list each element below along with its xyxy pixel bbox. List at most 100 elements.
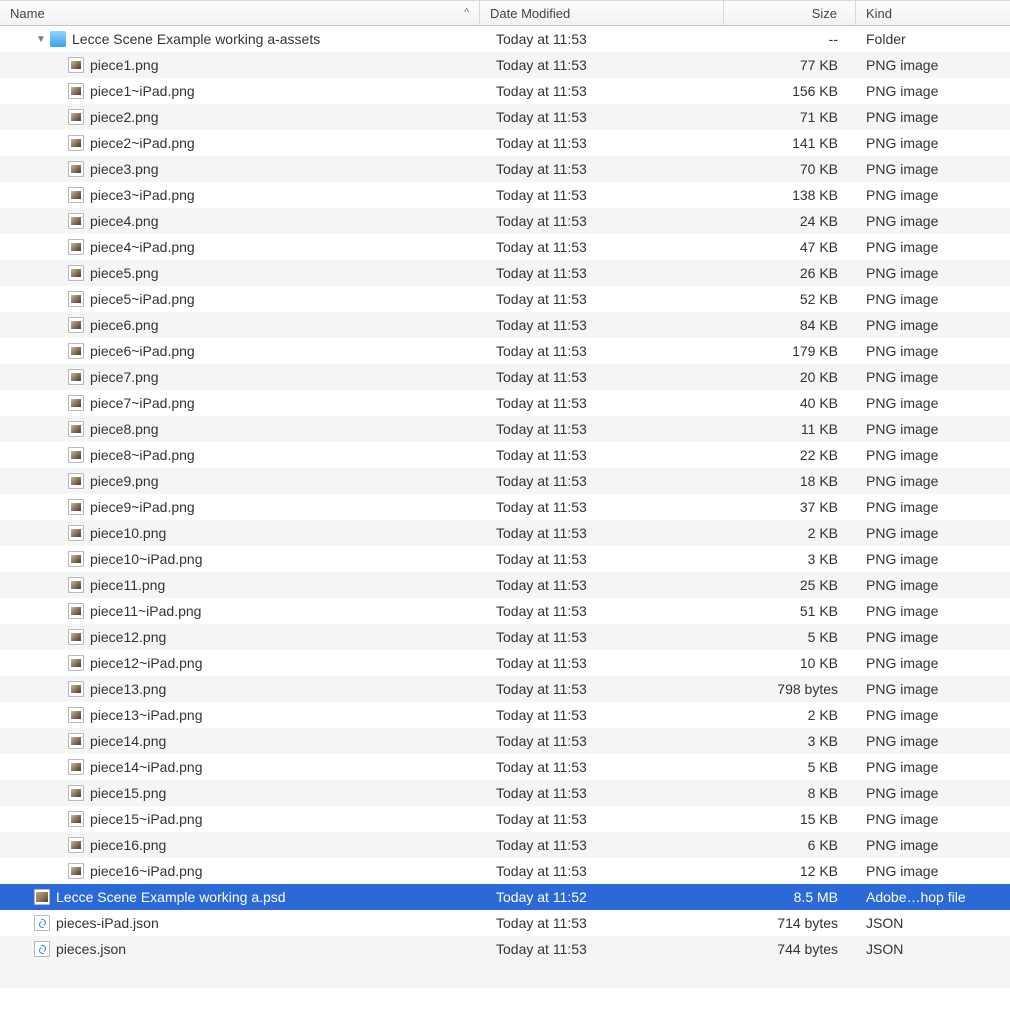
cell-name[interactable]: piece2.png xyxy=(0,109,480,125)
table-row[interactable]: piece5~iPad.pngToday at 11:5352 KBPNG im… xyxy=(0,286,1010,312)
cell-name[interactable]: piece8.png xyxy=(0,421,480,437)
table-row[interactable]: piece11.pngToday at 11:5325 KBPNG image xyxy=(0,572,1010,598)
table-row[interactable]: piece1~iPad.pngToday at 11:53156 KBPNG i… xyxy=(0,78,1010,104)
table-row[interactable]: Lecce Scene Example working a.psdToday a… xyxy=(0,884,1010,910)
cell-name[interactable]: piece1~iPad.png xyxy=(0,83,480,99)
table-row[interactable]: ▼Lecce Scene Example working a-assetsTod… xyxy=(0,26,1010,52)
column-header-name[interactable]: Name ^ xyxy=(0,1,480,25)
cell-name[interactable]: piece5.png xyxy=(0,265,480,281)
cell-name[interactable]: pieces-iPad.json xyxy=(0,915,480,931)
cell-name[interactable]: piece9~iPad.png xyxy=(0,499,480,515)
cell-name[interactable]: piece14.png xyxy=(0,733,480,749)
table-row[interactable]: piece16~iPad.pngToday at 11:5312 KBPNG i… xyxy=(0,858,1010,884)
image-file-icon xyxy=(68,629,84,645)
cell-name[interactable]: piece6~iPad.png xyxy=(0,343,480,359)
cell-size: 156 KB xyxy=(724,83,856,99)
cell-name[interactable]: piece13~iPad.png xyxy=(0,707,480,723)
cell-size: 3 KB xyxy=(724,733,856,749)
image-file-icon xyxy=(68,577,84,593)
cell-name[interactable]: Lecce Scene Example working a.psd xyxy=(0,889,480,905)
column-header-size[interactable]: Size xyxy=(724,1,856,25)
cell-name[interactable]: pieces.json xyxy=(0,941,480,957)
table-row[interactable]: pieces.jsonToday at 11:53744 bytesJSON xyxy=(0,936,1010,962)
table-row[interactable]: piece12~iPad.pngToday at 11:5310 KBPNG i… xyxy=(0,650,1010,676)
cell-name[interactable]: piece15~iPad.png xyxy=(0,811,480,827)
cell-name[interactable]: piece15.png xyxy=(0,785,480,801)
cell-name[interactable]: piece10~iPad.png xyxy=(0,551,480,567)
table-row[interactable]: piece14.pngToday at 11:533 KBPNG image xyxy=(0,728,1010,754)
disclosure-triangle-icon[interactable]: ▼ xyxy=(34,34,48,45)
cell-kind: PNG image xyxy=(856,421,1010,437)
table-row[interactable]: piece4.pngToday at 11:5324 KBPNG image xyxy=(0,208,1010,234)
cell-name[interactable]: piece4~iPad.png xyxy=(0,239,480,255)
column-header-kind[interactable]: Kind xyxy=(856,1,1010,25)
table-row[interactable]: piece8~iPad.pngToday at 11:5322 KBPNG im… xyxy=(0,442,1010,468)
table-row[interactable]: piece10.pngToday at 11:532 KBPNG image xyxy=(0,520,1010,546)
cell-name[interactable]: piece3~iPad.png xyxy=(0,187,480,203)
cell-size: 10 KB xyxy=(724,655,856,671)
table-row[interactable]: piece7.pngToday at 11:5320 KBPNG image xyxy=(0,364,1010,390)
table-row[interactable]: piece3.pngToday at 11:5370 KBPNG image xyxy=(0,156,1010,182)
table-row[interactable]: piece6.pngToday at 11:5384 KBPNG image xyxy=(0,312,1010,338)
table-row[interactable]: piece15~iPad.pngToday at 11:5315 KBPNG i… xyxy=(0,806,1010,832)
cell-name[interactable]: piece5~iPad.png xyxy=(0,291,480,307)
cell-size: 5 KB xyxy=(724,629,856,645)
cell-name[interactable]: piece16~iPad.png xyxy=(0,863,480,879)
cell-name[interactable]: piece3.png xyxy=(0,161,480,177)
table-row[interactable]: piece2~iPad.pngToday at 11:53141 KBPNG i… xyxy=(0,130,1010,156)
table-row[interactable]: piece14~iPad.pngToday at 11:535 KBPNG im… xyxy=(0,754,1010,780)
cell-size: 714 bytes xyxy=(724,915,856,931)
table-row[interactable]: piece1.pngToday at 11:5377 KBPNG image xyxy=(0,52,1010,78)
cell-name[interactable]: piece16.png xyxy=(0,837,480,853)
table-row[interactable]: piece4~iPad.pngToday at 11:5347 KBPNG im… xyxy=(0,234,1010,260)
table-row[interactable]: piece8.pngToday at 11:5311 KBPNG image xyxy=(0,416,1010,442)
cell-name[interactable]: piece11~iPad.png xyxy=(0,603,480,619)
table-row[interactable]: piece5.pngToday at 11:5326 KBPNG image xyxy=(0,260,1010,286)
cell-name[interactable]: piece1.png xyxy=(0,57,480,73)
cell-size: 47 KB xyxy=(724,239,856,255)
cell-name[interactable]: piece13.png xyxy=(0,681,480,697)
table-row[interactable]: piece13.pngToday at 11:53798 bytesPNG im… xyxy=(0,676,1010,702)
table-row[interactable]: piece15.pngToday at 11:538 KBPNG image xyxy=(0,780,1010,806)
cell-name[interactable]: piece7~iPad.png xyxy=(0,395,480,411)
table-row[interactable]: piece3~iPad.pngToday at 11:53138 KBPNG i… xyxy=(0,182,1010,208)
cell-kind: PNG image xyxy=(856,135,1010,151)
image-file-icon xyxy=(68,291,84,307)
cell-name[interactable]: piece12~iPad.png xyxy=(0,655,480,671)
cell-name[interactable]: piece12.png xyxy=(0,629,480,645)
cell-kind: PNG image xyxy=(856,265,1010,281)
table-row[interactable]: piece16.pngToday at 11:536 KBPNG image xyxy=(0,832,1010,858)
table-row[interactable]: piece7~iPad.pngToday at 11:5340 KBPNG im… xyxy=(0,390,1010,416)
cell-size: 51 KB xyxy=(724,603,856,619)
table-row[interactable]: piece9~iPad.pngToday at 11:5337 KBPNG im… xyxy=(0,494,1010,520)
table-row[interactable]: piece11~iPad.pngToday at 11:5351 KBPNG i… xyxy=(0,598,1010,624)
table-row[interactable]: piece13~iPad.pngToday at 11:532 KBPNG im… xyxy=(0,702,1010,728)
cell-name[interactable]: piece2~iPad.png xyxy=(0,135,480,151)
table-row[interactable]: piece9.pngToday at 11:5318 KBPNG image xyxy=(0,468,1010,494)
cell-name[interactable]: piece11.png xyxy=(0,577,480,593)
cell-name[interactable]: piece14~iPad.png xyxy=(0,759,480,775)
cell-kind: PNG image xyxy=(856,551,1010,567)
empty-row xyxy=(0,988,1010,1014)
image-file-icon xyxy=(68,551,84,567)
cell-name[interactable]: piece7.png xyxy=(0,369,480,385)
column-header-date[interactable]: Date Modified xyxy=(480,1,724,25)
cell-name[interactable]: piece10.png xyxy=(0,525,480,541)
cell-name[interactable]: piece6.png xyxy=(0,317,480,333)
cell-name[interactable]: piece8~iPad.png xyxy=(0,447,480,463)
table-row[interactable]: piece12.pngToday at 11:535 KBPNG image xyxy=(0,624,1010,650)
image-file-icon xyxy=(68,343,84,359)
cell-date-modified: Today at 11:53 xyxy=(480,395,724,411)
cell-name[interactable]: piece9.png xyxy=(0,473,480,489)
cell-kind: PNG image xyxy=(856,811,1010,827)
cell-name[interactable]: ▼Lecce Scene Example working a-assets xyxy=(0,31,480,47)
table-row[interactable]: piece10~iPad.pngToday at 11:533 KBPNG im… xyxy=(0,546,1010,572)
table-row[interactable]: pieces-iPad.jsonToday at 11:53714 bytesJ… xyxy=(0,910,1010,936)
cell-name[interactable]: piece4.png xyxy=(0,213,480,229)
cell-size: -- xyxy=(724,31,856,47)
cell-date-modified: Today at 11:53 xyxy=(480,239,724,255)
table-row[interactable]: piece6~iPad.pngToday at 11:53179 KBPNG i… xyxy=(0,338,1010,364)
file-name: pieces.json xyxy=(56,941,126,957)
table-row[interactable]: piece2.pngToday at 11:5371 KBPNG image xyxy=(0,104,1010,130)
cell-size: 25 KB xyxy=(724,577,856,593)
